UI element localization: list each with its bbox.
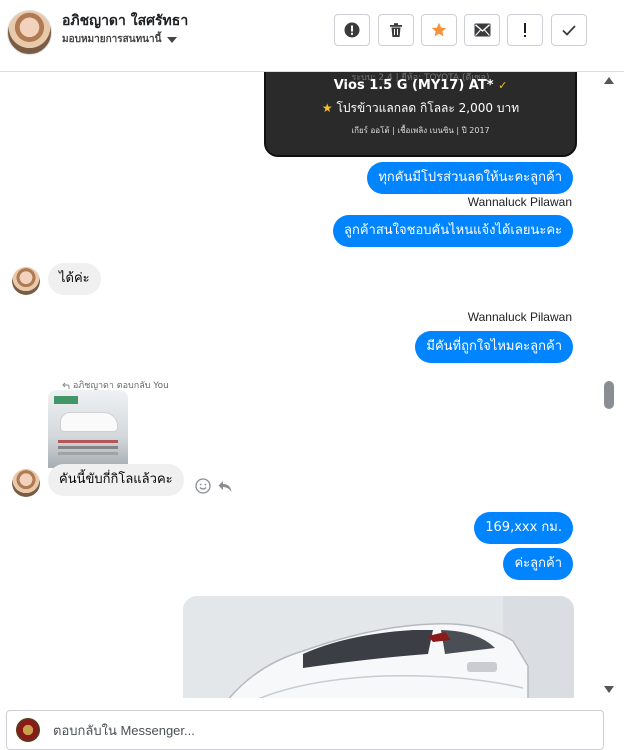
sender-name: Wannaluck Pilawan	[467, 195, 572, 209]
outgoing-message[interactable]: ลูกค้าสนใจชอบคันไหนแจ้งได้เลยนะคะ	[333, 215, 573, 247]
trash-icon	[390, 23, 402, 37]
car-model: Vios 1.5 G (MY17) AT* ✓	[266, 78, 575, 93]
envelope-icon	[474, 23, 490, 37]
contact-avatar[interactable]	[7, 10, 52, 55]
car-promo: ★ โปรข้าวแลกลด กิโลละ 2,000 บาท	[266, 99, 575, 118]
contact-name[interactable]: อภิชญาดา ใสศรัทธา	[62, 10, 188, 32]
reply-composer[interactable]	[6, 710, 604, 750]
star-icon: ★	[321, 101, 333, 115]
star-icon	[431, 22, 447, 37]
mark-unread-button[interactable]	[464, 14, 500, 46]
verified-check-icon: ✓	[498, 79, 508, 92]
outgoing-message[interactable]: ทุกคันมีโปรส่วนลดให้นะคะลูกค้า	[367, 162, 573, 194]
reply-arrow-icon[interactable]	[217, 478, 233, 494]
car-promo-text: โปรข้าวแลกลด กิโลละ 2,000 บาท	[336, 101, 520, 115]
replied-image-thumbnail[interactable]	[48, 390, 128, 468]
assign-conversation-label: มอบหมายการสนทนานี้	[62, 34, 162, 45]
conversation-header: อภิชญาดา ใสศรัทธา มอบหมายการสนทนานี้	[0, 0, 624, 72]
page-avatar	[16, 718, 40, 742]
incoming-message[interactable]: ได้ค่ะ	[48, 263, 101, 295]
delete-button[interactable]	[378, 14, 414, 46]
contact-avatar-small[interactable]	[12, 469, 40, 497]
assign-conversation-dropdown[interactable]: มอบหมายการสนทนานี้	[62, 32, 178, 47]
car-specs: เกียร์ ออโต้ | เชื้อเพลิง เบนซิน | ปี 20…	[351, 126, 490, 135]
exclamation-circle-icon	[344, 22, 360, 38]
thread-scrollbar[interactable]	[602, 72, 616, 698]
thumbnail-banner	[54, 396, 78, 404]
scrollbar-thumb[interactable]	[604, 381, 614, 409]
incoming-message[interactable]: คันนี้ขับกี่กิโลแล้วคะ	[48, 464, 184, 496]
car-image	[183, 596, 574, 698]
car-promo-card[interactable]: ระบบ: 2.4 | ยี่ห้อ: TOYOTA (ดีเซล) Vios …	[264, 72, 577, 157]
scroll-up-arrow-icon[interactable]	[604, 77, 614, 84]
message-thread[interactable]: ระบบ: 2.4 | ยี่ห้อ: TOYOTA (ดีเซล) Vios …	[0, 72, 602, 698]
outgoing-message[interactable]: ค่ะลูกค้า	[503, 548, 573, 580]
scroll-down-arrow-icon[interactable]	[604, 686, 614, 693]
exclamation-icon	[524, 23, 526, 37]
contact-avatar-small[interactable]	[12, 267, 40, 295]
outgoing-message[interactable]: มีคันที่ถูกใจไหมคะลูกค้า	[415, 331, 573, 363]
sender-name: Wannaluck Pilawan	[467, 310, 572, 324]
reply-input[interactable]	[51, 717, 595, 743]
car-model-label: Vios 1.5 G (MY17) AT*	[333, 78, 494, 93]
outgoing-message[interactable]: 169,xxx กม.	[474, 512, 573, 544]
thumbnail-car	[60, 412, 118, 432]
car-photo[interactable]	[183, 596, 574, 698]
star-button[interactable]	[421, 14, 457, 46]
checkmark-icon	[562, 25, 576, 36]
reply-arrow-icon	[62, 382, 70, 389]
thumbnail-text	[58, 440, 118, 443]
follow-up-button[interactable]	[507, 14, 543, 46]
report-spam-button[interactable]	[334, 14, 370, 46]
react-smiley-icon[interactable]	[195, 478, 211, 494]
mark-done-button[interactable]	[551, 14, 587, 46]
caret-down-icon	[167, 36, 178, 43]
